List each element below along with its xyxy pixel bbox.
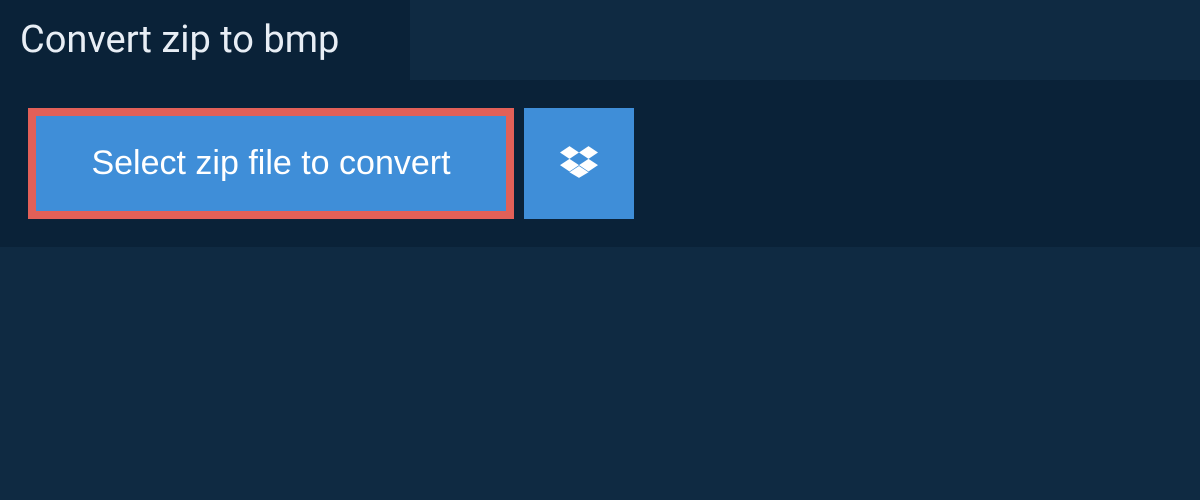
dropbox-icon — [560, 143, 598, 184]
content-area: Select zip file to convert — [0, 80, 1200, 247]
upload-button-row: Select zip file to convert — [28, 108, 1172, 219]
page-title: Convert zip to bmp — [20, 18, 378, 62]
select-file-highlight: Select zip file to convert — [28, 108, 514, 219]
select-file-button[interactable]: Select zip file to convert — [36, 116, 506, 211]
dropbox-button[interactable] — [524, 108, 634, 219]
tab-header: Convert zip to bmp — [0, 0, 410, 80]
